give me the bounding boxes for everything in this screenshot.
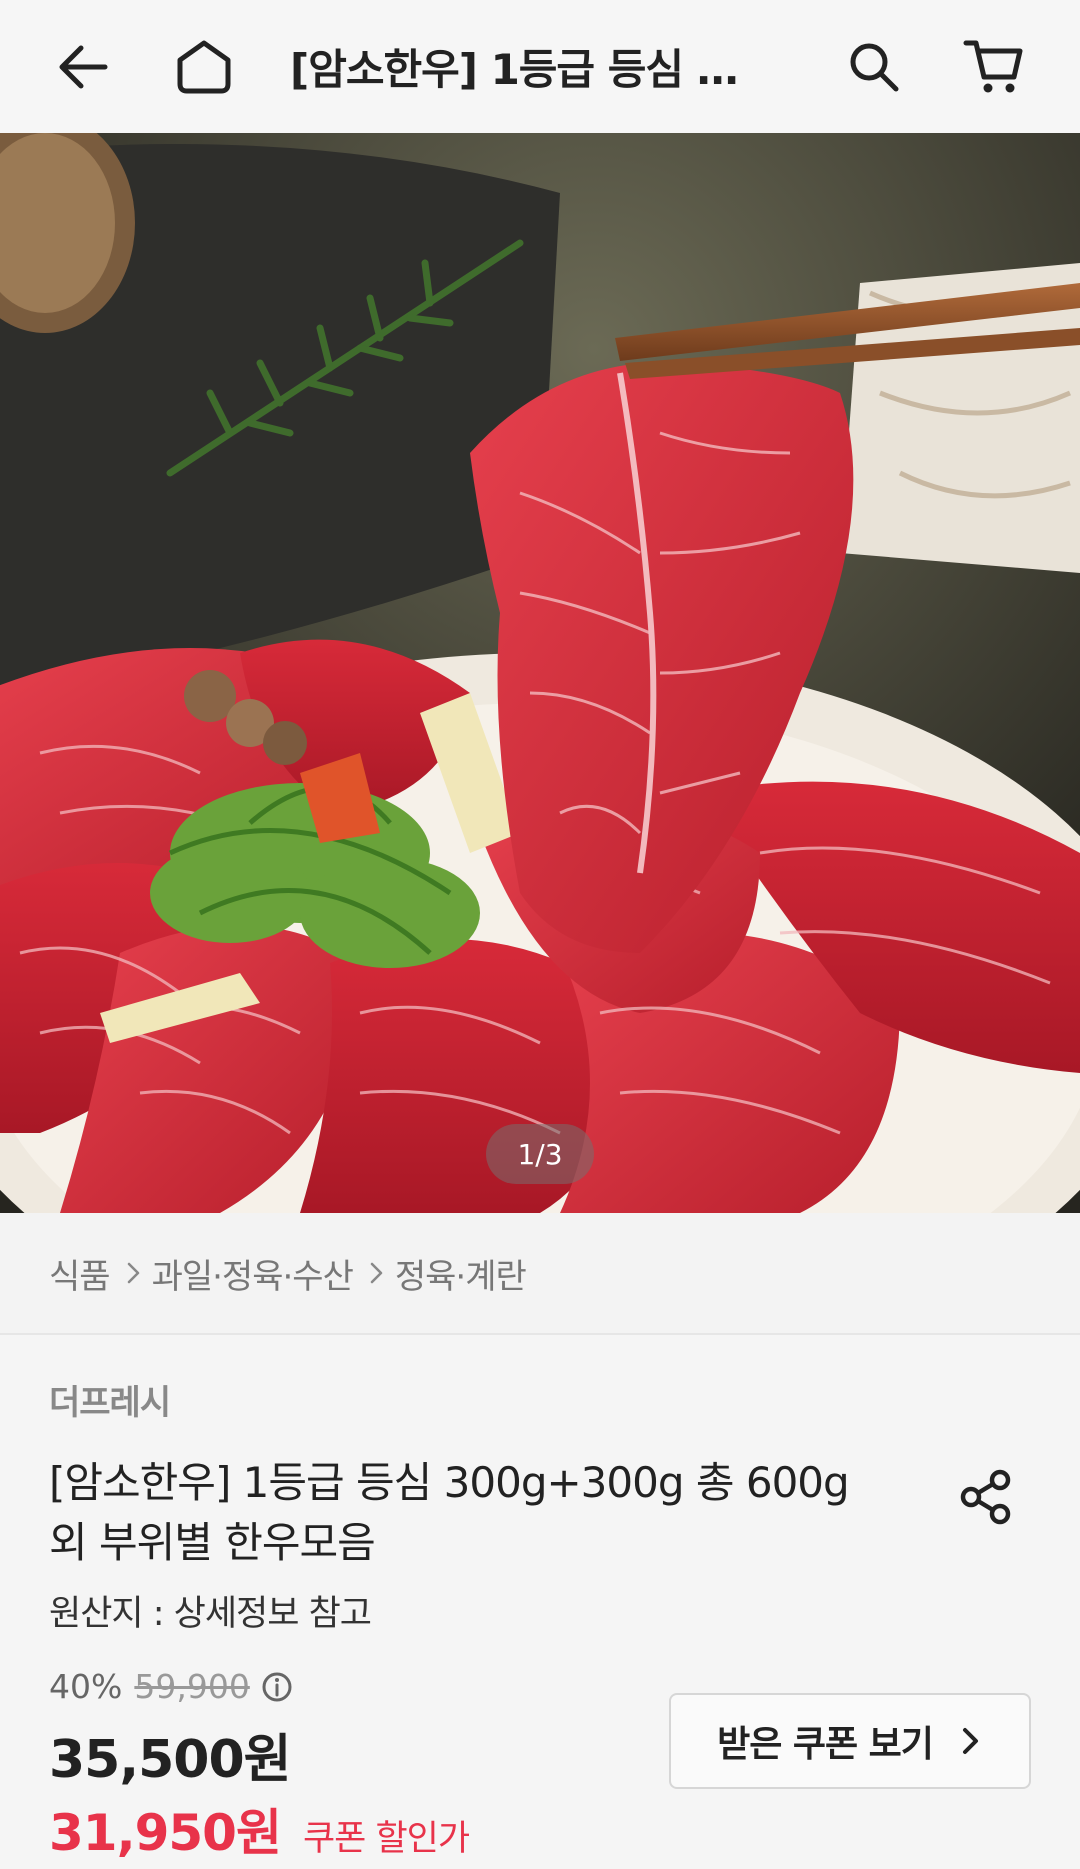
search-button[interactable]: [836, 29, 912, 105]
breadcrumb-item-meat-eggs[interactable]: 정육·계란: [395, 1249, 527, 1298]
search-icon: [850, 43, 899, 92]
view-coupons-button[interactable]: 받은 쿠폰 보기: [669, 1693, 1031, 1789]
share-button[interactable]: [950, 1461, 1022, 1533]
chevron-right-icon: [367, 1258, 387, 1288]
product-image-gallery[interactable]: [0, 133, 1080, 1213]
back-arrow-icon: [59, 45, 108, 89]
page-title: [암소한우] 1등급 등심 …: [290, 45, 739, 94]
coupon-price: 31,950원: [49, 1804, 282, 1862]
cart-icon: [963, 40, 1023, 93]
coupon-price-row: 31,950원 쿠폰 할인가: [49, 1793, 470, 1865]
discount-rate: 40%: [49, 1667, 123, 1706]
breadcrumb-item-food[interactable]: 식품: [49, 1249, 111, 1298]
product-photo: [0, 133, 1080, 1213]
sale-price: 35,500원: [49, 1730, 292, 1790]
breadcrumb-item-fruit-meat-seafood[interactable]: 과일·정육·수산: [152, 1249, 354, 1298]
seller-name[interactable]: 더프레시: [49, 1375, 171, 1424]
view-coupons-label: 받은 쿠폰 보기: [717, 1724, 934, 1765]
info-icon[interactable]: [260, 1670, 294, 1704]
back-button[interactable]: [45, 29, 121, 105]
share-icon: [960, 1469, 1011, 1525]
origin-info: 원산지 : 상세정보 참고: [49, 1594, 372, 1634]
original-price: 59,900: [134, 1667, 250, 1706]
product-title: [암소한우] 1등급 등심 300g+300g 총 600g 외 부위별 한우모…: [49, 1458, 850, 1567]
cart-button[interactable]: [956, 29, 1032, 105]
breadcrumb: 식품 과일·정육·수산 정육·계란: [0, 1213, 1080, 1333]
discount-row: 40% 59,900: [49, 1667, 294, 1706]
top-app-bar: [암소한우] 1등급 등심 …: [0, 0, 1080, 133]
chevron-right-icon: [124, 1258, 144, 1288]
product-info: 더프레시 [암소한우] 1등급 등심 300g+300g 총 600g 외 부위…: [0, 1335, 1080, 1869]
chevron-right-icon: [959, 1723, 983, 1759]
home-icon: [177, 40, 231, 94]
home-button[interactable]: [166, 29, 242, 105]
coupon-price-label: 쿠폰 할인가: [302, 1819, 470, 1859]
image-counter: 1/3: [486, 1124, 594, 1184]
